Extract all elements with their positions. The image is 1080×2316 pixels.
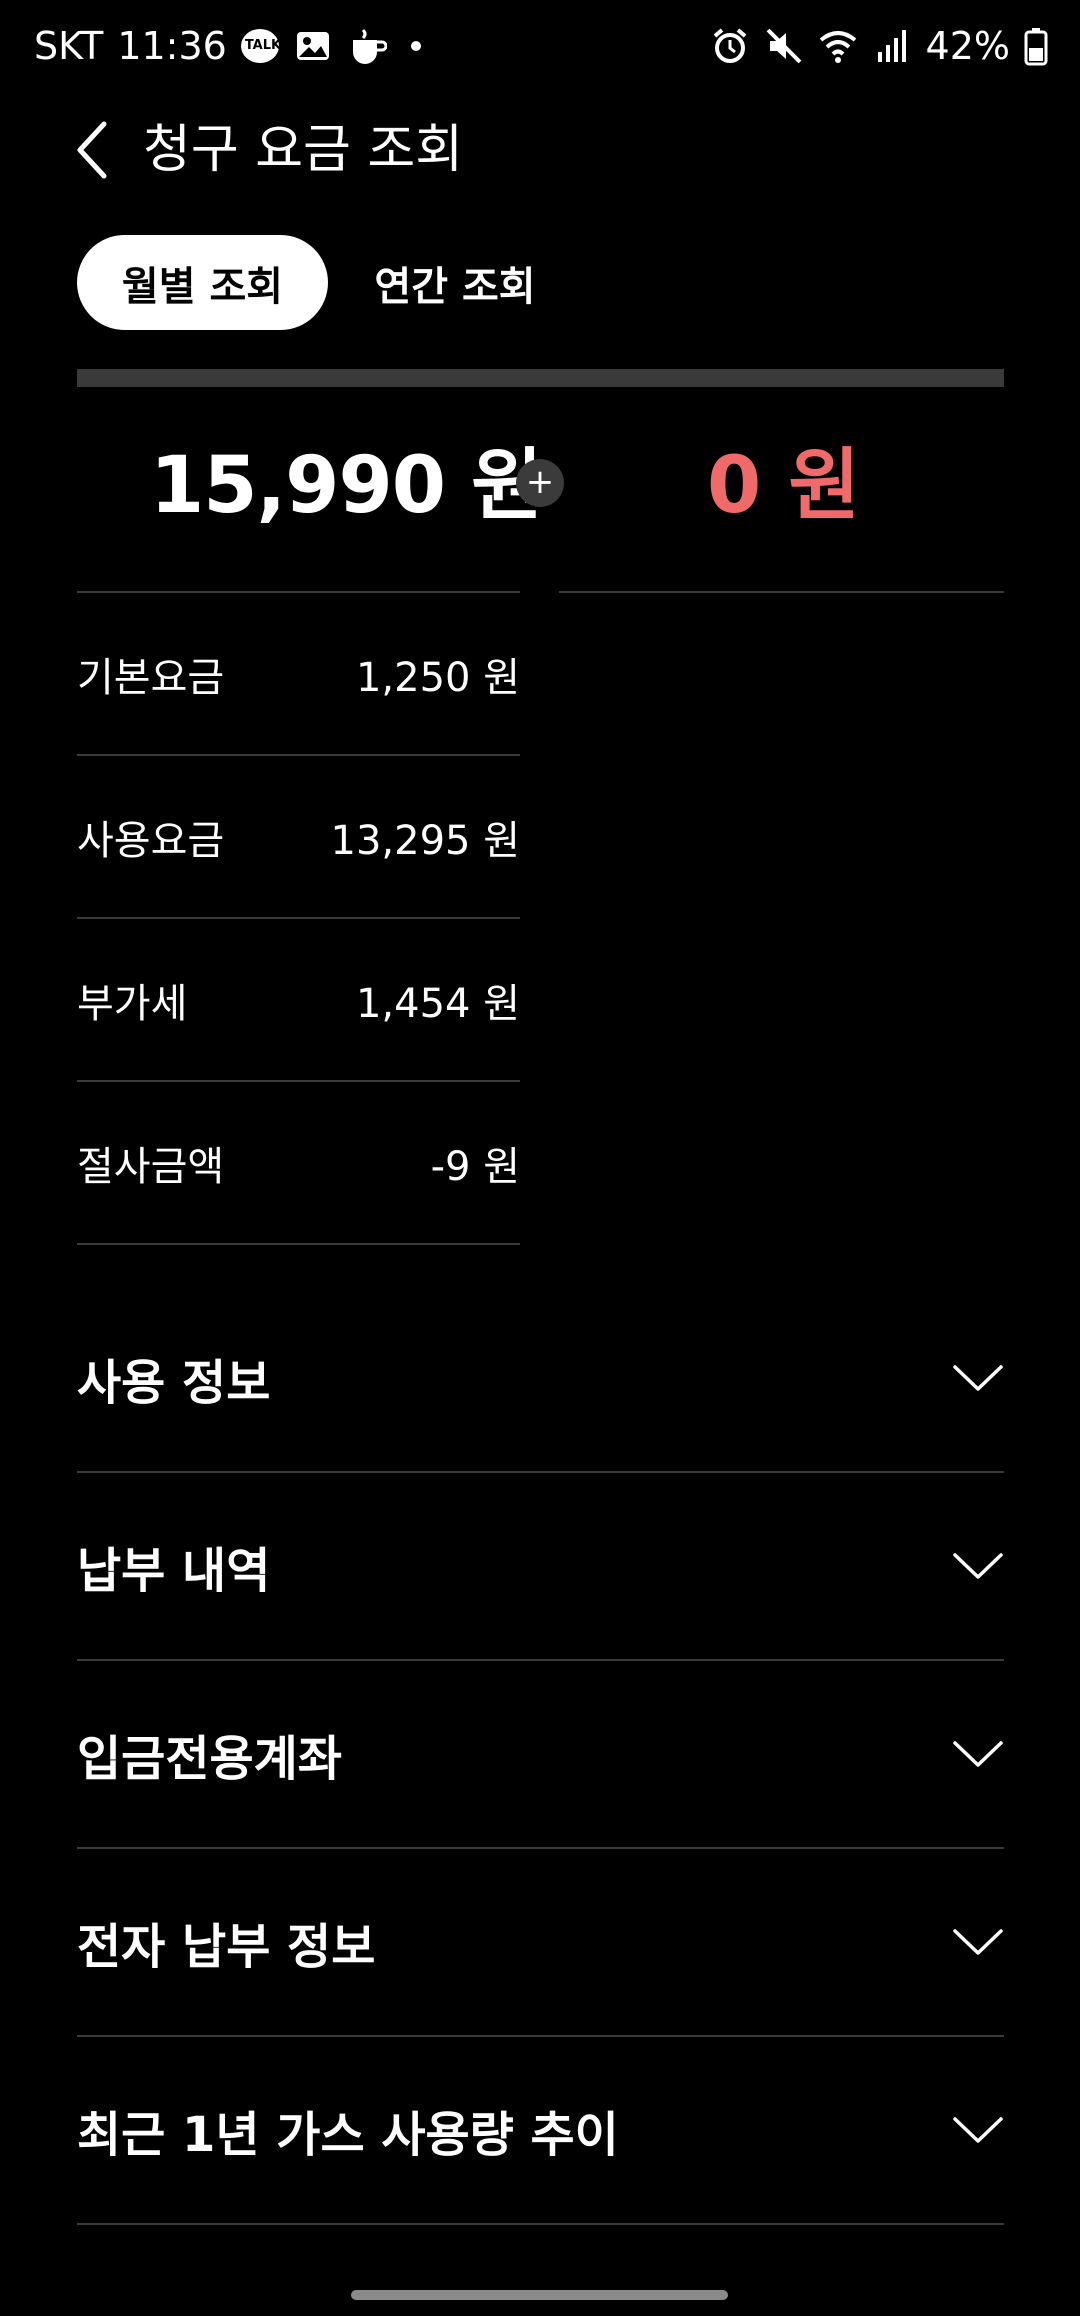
breakdown-row-rounding: 절사금액 -9 원 [77, 1082, 520, 1245]
signal-icon [877, 30, 906, 62]
section-title: 입금전용계좌 [77, 1731, 342, 1787]
chevron-down-icon [953, 1365, 1003, 1391]
mute-icon [766, 28, 801, 64]
home-indicator[interactable] [351, 2290, 728, 2300]
kakaotalk-icon: TALK [240, 29, 282, 63]
chevron-down-icon [953, 2117, 1003, 2143]
breakdown-row-vat: 부가세 1,454 원 [77, 919, 520, 1082]
divider [559, 591, 1004, 593]
breakdown-value: -9 원 [430, 1143, 520, 1190]
plus-icon: + [516, 459, 564, 507]
wifi-icon [819, 31, 856, 63]
status-right: 42% [710, 24, 1048, 68]
billed-amount: 15,990 원 [150, 441, 543, 531]
section-title: 전자 납부 정보 [77, 1919, 376, 1975]
page-title: 청구 요금 조회 [143, 120, 464, 180]
status-bar: SKT 11:36 TALK 42% [0, 0, 1080, 96]
chevron-down-icon [953, 1929, 1003, 1955]
breakdown-label: 사용요금 [77, 817, 225, 864]
breakdown-row-usage-fee: 사용요금 13,295 원 [77, 756, 520, 919]
tab-monthly[interactable]: 월별 조회 [77, 235, 328, 330]
chevron-down-icon [953, 1741, 1003, 1767]
section-title: 사용 정보 [77, 1355, 271, 1411]
chevron-down-icon [953, 1553, 1003, 1579]
section-deposit-account[interactable]: 입금전용계좌 [77, 1661, 1004, 1849]
talk-badge-text: TALK [244, 38, 282, 53]
accordion-sections: 사용 정보 납부 내역 입금전용계좌 전자 납부 정보 최근 1년 가스 사용량… [77, 1285, 1004, 2225]
summary-bar [77, 369, 1004, 387]
status-left: SKT 11:36 TALK [34, 24, 421, 68]
gallery-icon [296, 32, 329, 60]
battery-percent: 42% [925, 24, 1010, 68]
section-gas-usage-trend[interactable]: 최근 1년 가스 사용량 추이 [77, 2037, 1004, 2225]
section-payment-history[interactable]: 납부 내역 [77, 1473, 1004, 1661]
breakdown-label: 기본요금 [77, 654, 225, 701]
time-label: 11:36 [117, 24, 227, 68]
back-arrow-icon[interactable] [70, 118, 120, 182]
breakdown-value: 1,250 원 [355, 654, 520, 701]
fee-breakdown-list: 기본요금 1,250 원 사용요금 13,295 원 부가세 1,454 원 절… [77, 593, 520, 1245]
section-electronic-payment[interactable]: 전자 납부 정보 [77, 1849, 1004, 2037]
breakdown-value: 13,295 원 [330, 817, 520, 864]
notification-dot-icon [410, 41, 421, 51]
carrier-label: SKT [34, 24, 104, 68]
extra-amount: 0 원 [707, 441, 861, 531]
breakdown-row-basic-fee: 기본요금 1,250 원 [77, 593, 520, 756]
tab-yearly[interactable]: 연간 조회 [355, 235, 555, 330]
breakdown-label: 절사금액 [77, 1143, 225, 1190]
breakdown-label: 부가세 [77, 980, 188, 1027]
battery-icon [1024, 28, 1048, 66]
breakdown-value: 1,454 원 [355, 980, 520, 1027]
section-usage-info[interactable]: 사용 정보 [77, 1285, 1004, 1473]
alarm-icon [713, 28, 746, 63]
section-title: 납부 내역 [77, 1543, 271, 1599]
section-title: 최근 1년 가스 사용량 추이 [77, 2107, 619, 2163]
coffee-app-icon [352, 28, 387, 64]
